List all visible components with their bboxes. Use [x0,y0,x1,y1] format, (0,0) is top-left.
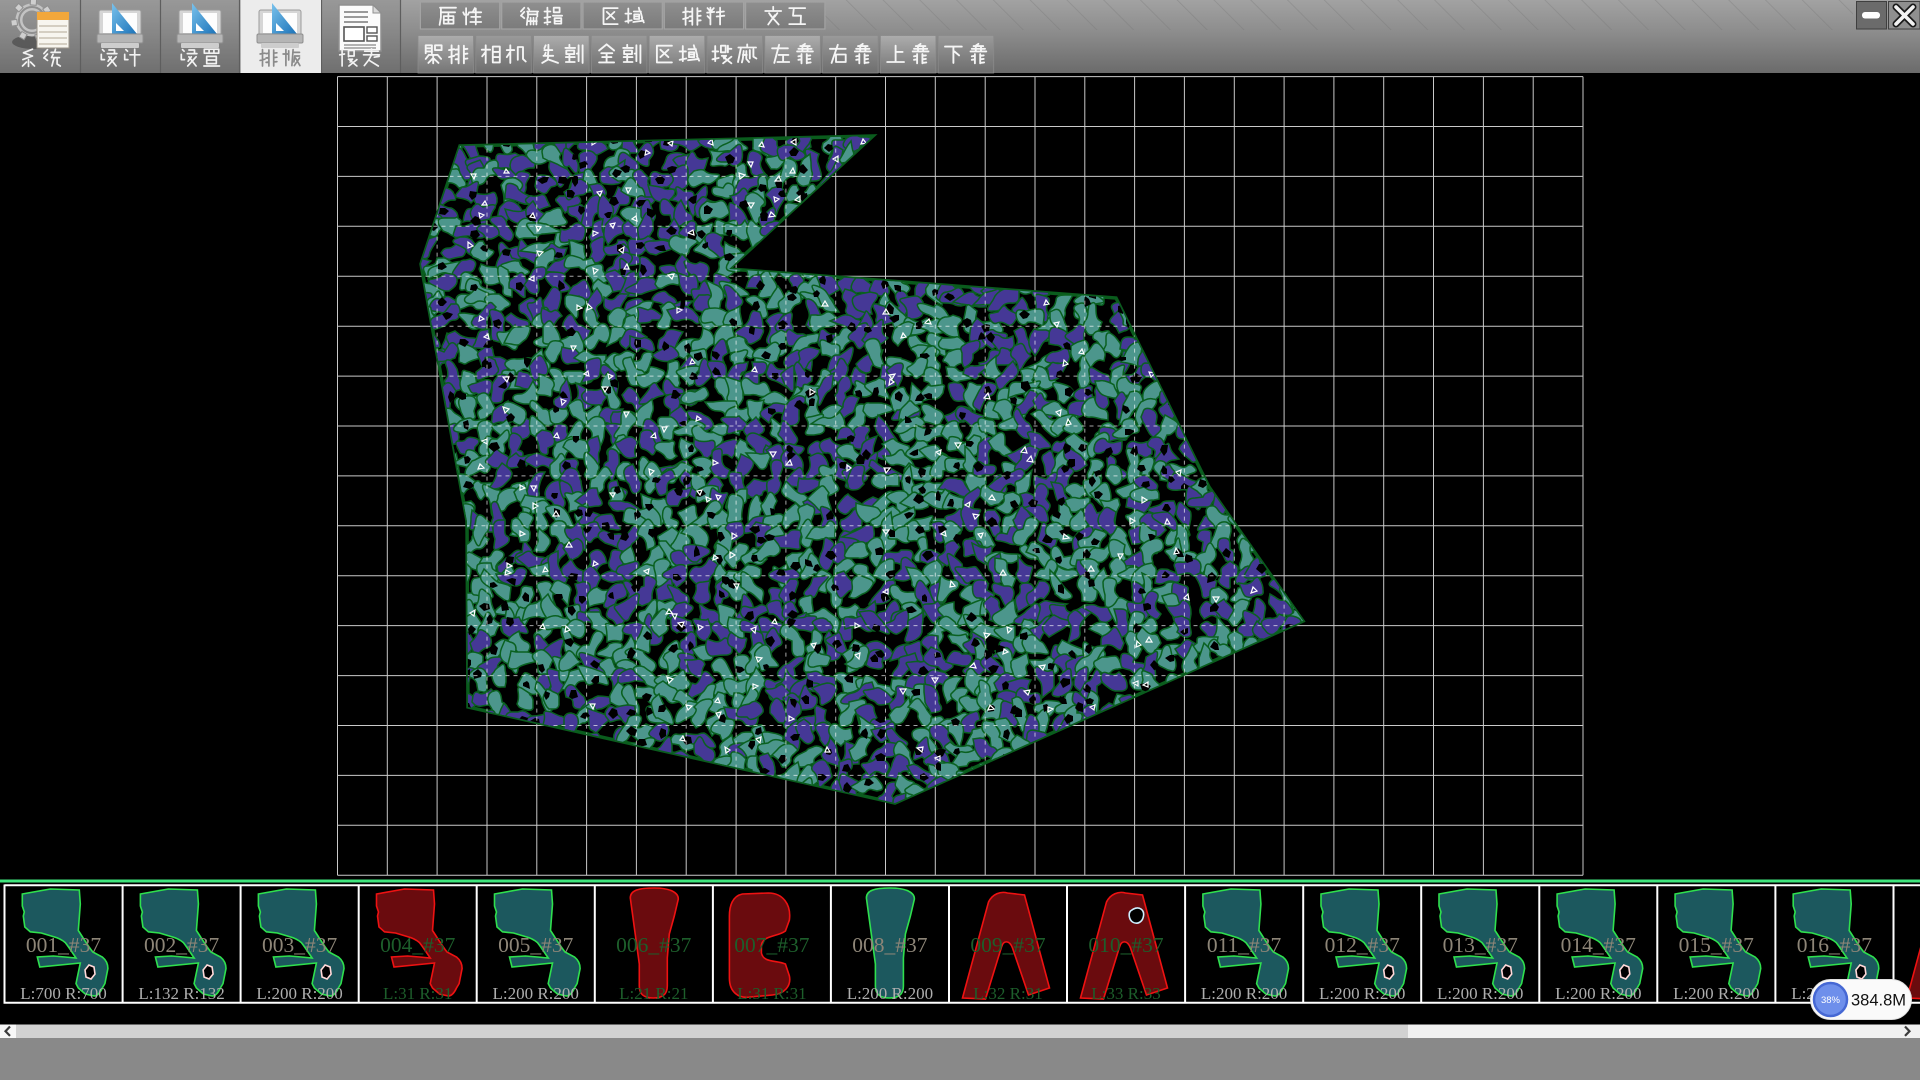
svg-text:38%: 38% [1821,995,1841,1006]
svg-text:011_#37: 011_#37 [1207,933,1282,957]
svg-text:L:200 R:200: L:200 R:200 [492,984,578,1003]
svg-text:015_#37: 015_#37 [1679,933,1755,957]
svg-text:L:700 R:700: L:700 R:700 [20,984,106,1003]
svg-text:L:31 R:31: L:31 R:31 [737,984,806,1003]
svg-text:L:200 R:200: L:200 R:200 [1555,984,1641,1003]
svg-text:014_#37: 014_#37 [1561,933,1637,957]
svg-text:L:200 R:200: L:200 R:200 [1673,984,1759,1003]
svg-text:L:33 R:33: L:33 R:33 [1091,984,1160,1003]
svg-text:001_#37: 001_#37 [26,933,102,957]
svg-text:016_#37: 016_#37 [1797,933,1873,957]
svg-text:013_#37: 013_#37 [1443,933,1519,957]
svg-text:003_#37: 003_#37 [262,933,338,957]
svg-text:002_#37: 002_#37 [144,933,220,957]
svg-text:010_#37: 010_#37 [1088,933,1164,957]
svg-text:008_#37: 008_#37 [852,933,928,957]
svg-text:012_#37: 012_#37 [1325,933,1401,957]
svg-text:L:200 R:200: L:200 R:200 [256,984,342,1003]
svg-text:006_#37: 006_#37 [616,933,692,957]
svg-text:009_#37: 009_#37 [970,933,1046,957]
svg-text:L:200 R:200: L:200 R:200 [847,984,933,1003]
svg-text:384.8M: 384.8M [1851,992,1906,1010]
svg-text:L:31 R:31: L:31 R:31 [383,984,452,1003]
svg-text:005_#37: 005_#37 [498,933,574,957]
svg-text:004_#37: 004_#37 [380,933,456,957]
svg-text:L:21 R:21: L:21 R:21 [619,984,688,1003]
svg-text:L:200 R:200: L:200 R:200 [1319,984,1405,1003]
svg-text:007_#37: 007_#37 [734,933,810,957]
svg-text:L:200 R:200: L:200 R:200 [1201,984,1287,1003]
svg-text:L:132 R:132: L:132 R:132 [138,984,224,1003]
svg-text:L:32 R:31: L:32 R:31 [973,984,1042,1003]
svg-text:L:200 R:200: L:200 R:200 [1437,984,1523,1003]
